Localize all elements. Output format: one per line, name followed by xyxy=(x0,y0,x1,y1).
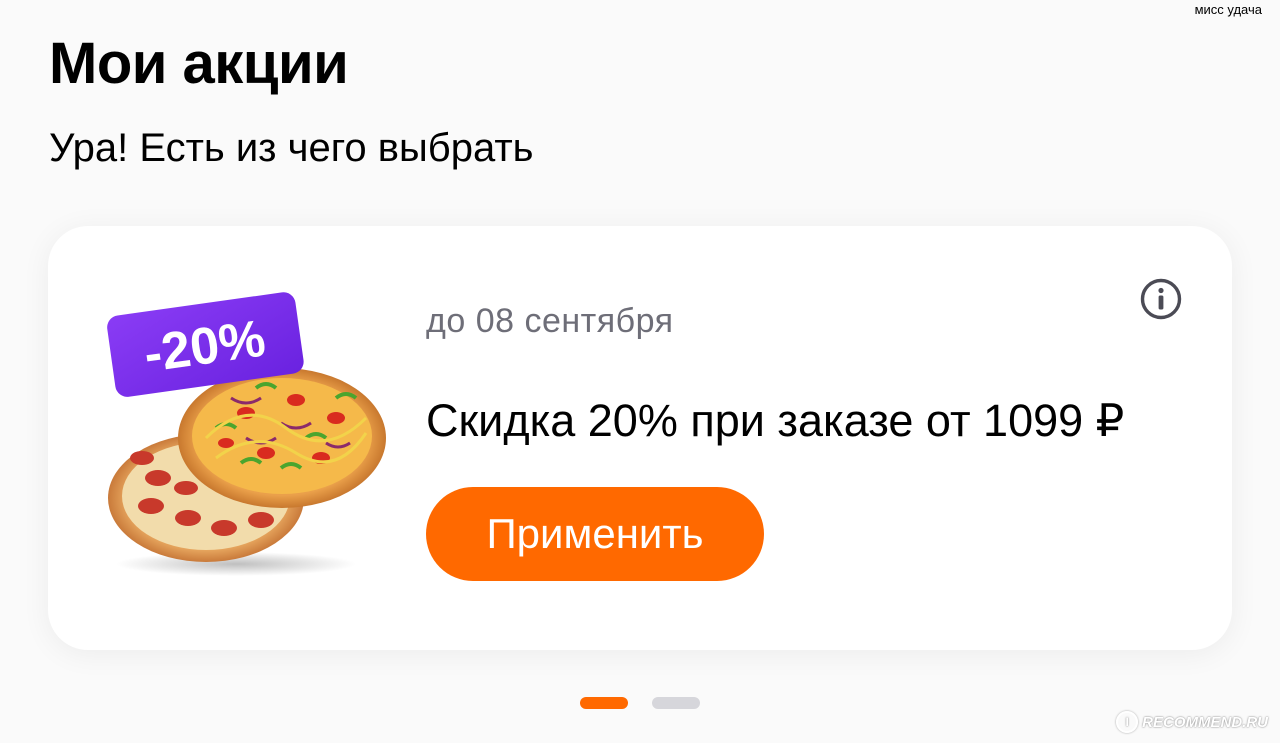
page-subtitle: Ура! Есть из чего выбрать xyxy=(49,126,534,170)
apply-button[interactable]: Применить xyxy=(426,487,764,581)
watermark-badge-icon: I xyxy=(1116,711,1139,733)
pizza-promo-image: -20% xyxy=(107,292,386,576)
promotions-screen: мисс удача Мои акции Ура! Есть из чего в… xyxy=(0,0,1280,743)
info-icon[interactable] xyxy=(1139,277,1183,321)
veggie-pizza xyxy=(178,368,386,508)
site-watermark: I RECOMMEND.RU xyxy=(1116,711,1268,733)
pager-dot-active[interactable] xyxy=(580,697,628,709)
carousel-pager xyxy=(580,697,700,709)
promo-description: Скидка 20% при заказе от 1099 ₽ xyxy=(426,395,1125,446)
watermark-text: RECOMMEND.RU xyxy=(1142,713,1268,731)
promo-card[interactable]: -20% до 08 сентября Скидка 20% при заказ… xyxy=(48,226,1232,650)
pager-dot[interactable] xyxy=(652,697,700,709)
promo-expiry-date: до 08 сентября xyxy=(426,302,674,340)
page-title: Мои акции xyxy=(49,31,349,96)
author-watermark: мисс удача xyxy=(1194,2,1262,17)
